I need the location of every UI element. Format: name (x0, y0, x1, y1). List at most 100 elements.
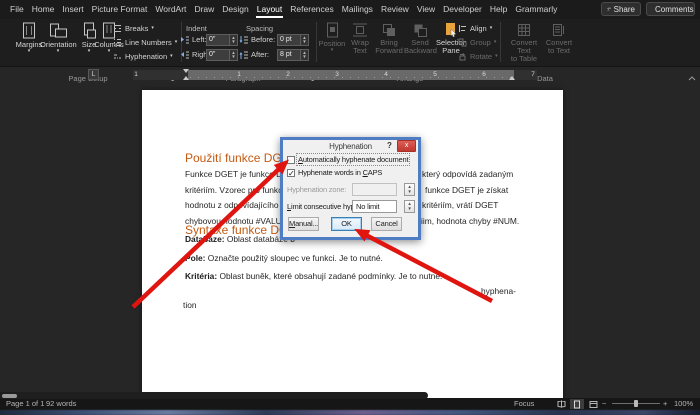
tab-draw[interactable]: Draw (190, 0, 218, 19)
tab-references[interactable]: References (286, 0, 337, 19)
doc-term-line: Kritéria: Oblast buněk, které obsahují z… (185, 271, 443, 281)
right-indent-marker[interactable] (509, 76, 515, 80)
zoom-in-button[interactable]: + (663, 398, 667, 410)
hanging-indent-marker[interactable] (183, 76, 189, 80)
position-button[interactable]: Position ▾ (318, 21, 346, 63)
ok-button[interactable]: OK (331, 217, 362, 231)
bring-forward-label2: Forward (375, 46, 403, 55)
zoom-level[interactable]: 100% (674, 398, 693, 410)
orientation-icon (50, 23, 67, 38)
ribbon: Margins ▾ Orientation ▾ Size ▾ Columns ▾ (0, 19, 700, 83)
convert-to-text-label2: to Text (548, 46, 570, 55)
zoom-slider-thumb[interactable] (634, 400, 638, 407)
doc-paragraph-line: funkce DGET je získat (425, 185, 509, 195)
tab-layout[interactable]: Layout (253, 0, 287, 19)
tab-stop-icon: L (91, 71, 96, 78)
align-button[interactable]: Align ▾ (458, 22, 492, 34)
web-layout-button[interactable] (586, 399, 600, 409)
stepper-arrows-icon[interactable]: ▲ ▼ (230, 34, 238, 46)
tab-developer[interactable]: Developer (439, 0, 486, 19)
horizontal-scrollbar[interactable] (0, 392, 428, 399)
horizontal-scrollbar-thumb[interactable] (2, 393, 17, 398)
focus-button[interactable]: Focus (514, 398, 534, 410)
spacing-after-stepper[interactable]: 8 pt ▲ ▼ (277, 49, 309, 61)
print-layout-button[interactable] (570, 399, 584, 409)
comments-label: Comments (655, 4, 694, 14)
spacing-before-stepper[interactable]: 0 pt ▲ ▼ (277, 34, 309, 46)
hyphenation-button[interactable]: Hyphenation ▾ (113, 50, 173, 62)
zoom-out-button[interactable]: − (602, 398, 606, 410)
first-line-indent-marker[interactable] (183, 69, 189, 73)
auto-hyphenate-checkbox[interactable] (287, 156, 295, 164)
checkmark-icon: ✓ (288, 169, 295, 178)
spacing-before-value[interactable]: 0 pt (277, 34, 301, 46)
word-count[interactable]: 92 words (46, 398, 76, 410)
spacing-after-label: After: (251, 50, 269, 59)
cancel-button[interactable]: Cancel (371, 217, 402, 231)
tab-design[interactable]: Design (218, 0, 252, 19)
breaks-button[interactable]: Breaks ▾ (113, 22, 154, 34)
tab-wordart[interactable]: WordArt (151, 0, 190, 19)
stepper-arrows-icon[interactable]: ▲ ▼ (230, 49, 238, 61)
doc-paragraph-line: iim, hodnota chyby #NUM. (421, 216, 520, 226)
group-button[interactable]: Group ▾ (458, 36, 496, 48)
convert-text-to-table-label2: to Table (510, 54, 538, 63)
line-numbers-button[interactable]: Line Numbers ▾ (113, 36, 177, 48)
hyphenate-caps-label[interactable]: Hyphenate words in CAPS (298, 168, 382, 177)
chevron-down-icon: ▾ (493, 39, 497, 45)
tab-help[interactable]: Help (486, 0, 511, 19)
tab-review[interactable]: Review (377, 0, 413, 19)
auto-hyphenate-label[interactable]: Automatically hyphenate document (295, 153, 411, 166)
bring-forward-icon (383, 24, 395, 36)
group-label-data: Data (537, 74, 553, 83)
tab-picture-format[interactable]: Picture Format (88, 0, 152, 19)
breaks-icon (114, 24, 121, 32)
rotate-button[interactable]: Rotate ▾ (458, 50, 498, 62)
tab-insert[interactable]: Insert (58, 0, 87, 19)
orientation-button[interactable]: Orientation ▾ (40, 21, 77, 63)
dialog-close-button[interactable]: x (397, 140, 416, 152)
limit-hyphens-stepper[interactable]: ▲ ▼ (404, 200, 415, 213)
tab-file[interactable]: File (6, 0, 28, 19)
margins-icon (23, 22, 35, 39)
page-indicator[interactable]: Page 1 of 1 (6, 398, 44, 410)
indent-left-stepper[interactable]: 0" ▲ ▼ (206, 34, 238, 46)
convert-text-to-table-button[interactable]: Convert Text to Table (505, 21, 543, 63)
ruler-number: 7 (531, 71, 535, 78)
share-button[interactable]: Share (601, 2, 641, 16)
send-backward-button[interactable]: Send Backward (404, 21, 437, 63)
stepper-arrows-icon[interactable]: ▲ ▼ (301, 49, 309, 61)
ruler-number: 4 (384, 71, 388, 78)
read-mode-button[interactable] (554, 399, 568, 409)
dialog-help-button[interactable]: ? (387, 141, 392, 150)
horizontal-ruler[interactable]: 1 1 2 3 4 5 6 7 (133, 69, 537, 80)
stepper-arrows-icon[interactable]: ▲ ▼ (301, 34, 309, 46)
group-icon (458, 38, 467, 46)
tab-mailings[interactable]: Mailings (338, 0, 377, 19)
bring-forward-button[interactable]: Bring Forward (374, 21, 404, 63)
tab-grammarly[interactable]: Grammarly (511, 0, 561, 19)
comments-button[interactable]: Comments (646, 2, 695, 16)
indent-right-stepper[interactable]: 0" ▲ ▼ (206, 49, 238, 61)
ruler-number: 6 (482, 71, 486, 78)
line-numbers-icon (114, 38, 121, 46)
chevron-down-icon: ▾ (330, 47, 334, 53)
ruler-number: 1 (134, 71, 138, 78)
rotate-icon (459, 52, 466, 60)
tab-stop-selector[interactable]: L (88, 69, 99, 80)
tab-home[interactable]: Home (28, 0, 59, 19)
limit-hyphens-input[interactable]: No limit (352, 200, 397, 213)
hyphenate-caps-checkbox[interactable]: ✓ (287, 169, 295, 178)
indent-right-value[interactable]: 0" (206, 49, 230, 61)
spacing-after-value[interactable]: 8 pt (277, 49, 301, 61)
convert-text-to-table-icon (518, 24, 530, 36)
collapse-ribbon-icon[interactable] (688, 76, 696, 81)
breaks-label: Breaks (125, 23, 149, 33)
spacing-title: Spacing (246, 24, 274, 33)
manual-button[interactable]: Manual... (288, 217, 319, 231)
wrap-text-button[interactable]: Wrap Text (346, 21, 374, 63)
convert-to-text-button[interactable]: Convert to Text (543, 21, 575, 63)
indent-left-value[interactable]: 0" (206, 34, 230, 46)
tab-view[interactable]: View (413, 0, 439, 19)
ruler-number: 3 (335, 71, 339, 78)
